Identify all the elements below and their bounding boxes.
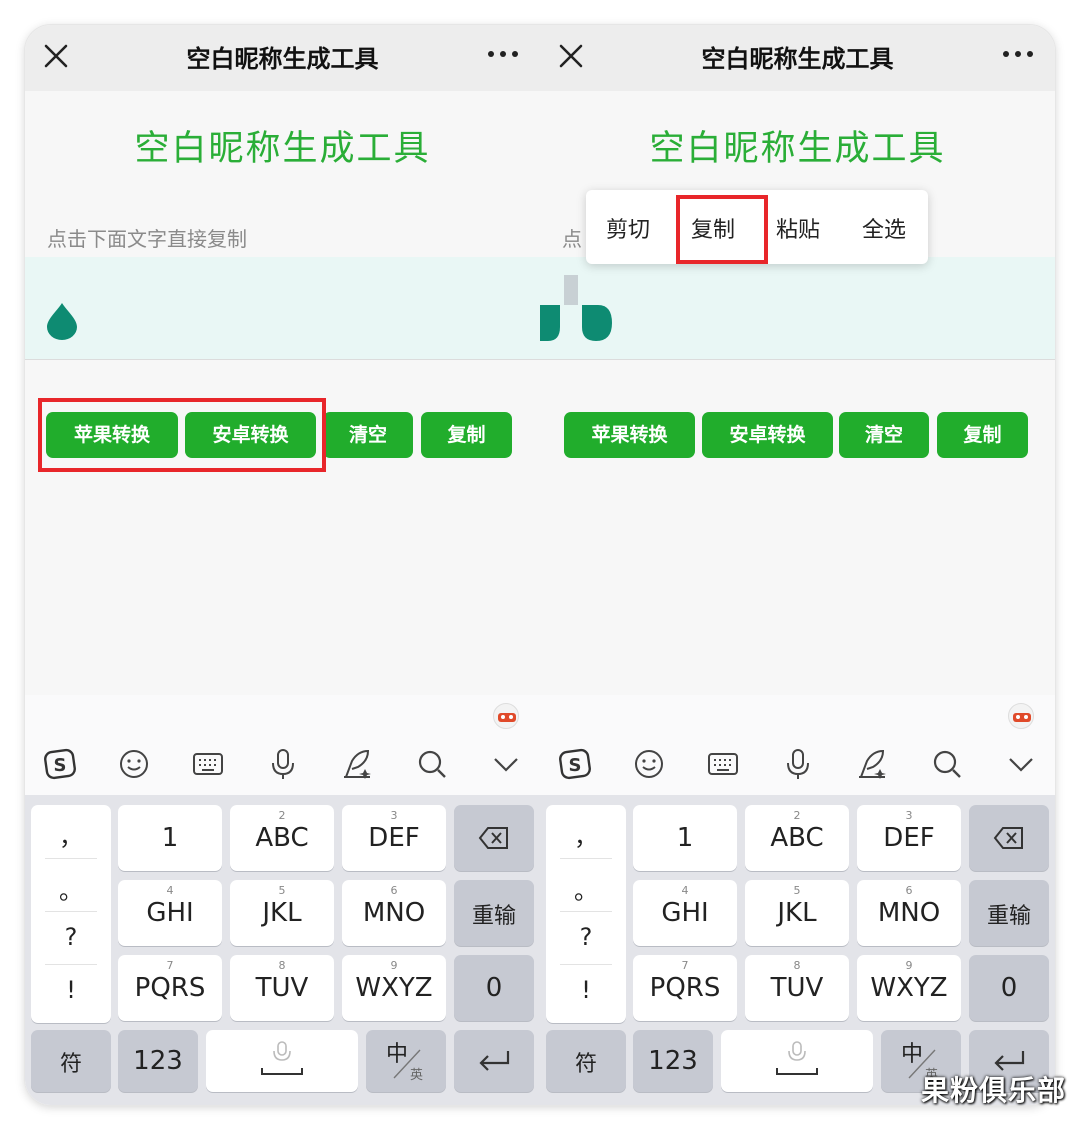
- key-jkl[interactable]: 5 JKL: [745, 880, 849, 946]
- search-icon[interactable]: [930, 747, 964, 781]
- copy-button[interactable]: 复制: [937, 412, 1028, 458]
- key-jkl[interactable]: 5 JKL: [230, 880, 334, 946]
- question-key[interactable]: ?: [546, 923, 626, 951]
- punctuation-column[interactable]: ， 。 ? !: [31, 805, 111, 1023]
- watermark: 果粉俱乐部: [920, 1074, 1066, 1107]
- screenshot-frame: 空白昵称生成工具 空白昵称生成工具 点击下面文字直接复制 苹果转换 安卓转换 清…: [25, 25, 1055, 1105]
- exclamation-key[interactable]: !: [31, 976, 111, 1004]
- zero-key[interactable]: 0: [969, 955, 1049, 1021]
- android-convert-button[interactable]: 安卓转换: [702, 412, 833, 458]
- numbers-key[interactable]: 123: [633, 1030, 713, 1092]
- key-ghi[interactable]: 4 GHI: [118, 880, 222, 946]
- key-pqrs[interactable]: 7 PQRS: [118, 955, 222, 1021]
- comma-key[interactable]: ，: [31, 817, 111, 852]
- space-key[interactable]: [206, 1030, 358, 1092]
- more-icon[interactable]: [999, 39, 1037, 69]
- key-1[interactable]: 1: [633, 805, 737, 871]
- zero-key[interactable]: 0: [454, 955, 534, 1021]
- keypad: ， 。 ? ! 1 2 ABC 3 DEF 4 GHI 5 JKL 6 MNO 重输: [540, 795, 1055, 1105]
- emoji-icon[interactable]: [117, 747, 151, 781]
- sogou-icon[interactable]: S: [558, 747, 592, 781]
- highlight-box: [38, 398, 326, 472]
- key-wxyz[interactable]: 9 WXYZ: [342, 955, 446, 1021]
- drop-icon: [47, 303, 77, 340]
- copy-hint: 点: [562, 227, 582, 251]
- selection-handles-icon: [540, 275, 612, 341]
- punctuation-column[interactable]: ， 。 ? !: [546, 805, 626, 1023]
- clear-button[interactable]: 清空: [323, 412, 413, 458]
- action-buttons: 苹果转换 安卓转换 清空 复制: [540, 412, 1055, 458]
- backspace-key[interactable]: [454, 805, 534, 871]
- key-tuv[interactable]: 8 TUV: [230, 955, 334, 1021]
- paste-menu-item[interactable]: 粘贴: [776, 212, 820, 244]
- window-title: 空白昵称生成工具: [701, 45, 894, 73]
- chevron-down-icon[interactable]: [1004, 747, 1038, 781]
- clear-button[interactable]: 清空: [839, 412, 929, 458]
- keyboard-icon[interactable]: [191, 747, 225, 781]
- keyboard-toolbar: S: [540, 725, 1055, 795]
- period-key[interactable]: 。: [31, 871, 111, 906]
- page-heading: 空白昵称生成工具: [134, 129, 431, 169]
- right-panel: 空白昵称生成工具 空白昵称生成工具 点 剪切 复制 粘贴 全选 苹果转换 安卓转…: [540, 25, 1055, 1105]
- page-heading: 空白昵称生成工具: [649, 129, 946, 169]
- title-bar: 空白昵称生成工具: [25, 25, 540, 91]
- comma-key[interactable]: ，: [546, 817, 626, 852]
- title-bar: 空白昵称生成工具: [540, 25, 1055, 91]
- backspace-key[interactable]: [969, 805, 1049, 871]
- exclamation-key[interactable]: !: [546, 976, 626, 1004]
- microphone-icon[interactable]: [266, 747, 300, 781]
- reinput-key[interactable]: 重输: [969, 880, 1049, 946]
- key-abc[interactable]: 2 ABC: [745, 805, 849, 871]
- search-icon[interactable]: [415, 747, 449, 781]
- enter-icon: [479, 1051, 510, 1071]
- window-title: 空白昵称生成工具: [186, 45, 379, 73]
- microphone-icon[interactable]: [781, 747, 815, 781]
- key-pqrs[interactable]: 7 PQRS: [633, 955, 737, 1021]
- space-key[interactable]: [721, 1030, 873, 1092]
- highlight-box: [676, 195, 768, 264]
- select-all-menu-item[interactable]: 全选: [862, 212, 906, 244]
- backspace-icon: [993, 827, 1023, 849]
- backspace-icon: [478, 827, 508, 849]
- space-mic-icon: [261, 1041, 303, 1075]
- keyboard-toolbar: S: [25, 725, 540, 795]
- key-def[interactable]: 3 DEF: [342, 805, 446, 871]
- reinput-key[interactable]: 重输: [454, 880, 534, 946]
- keyboard-icon[interactable]: [706, 747, 740, 781]
- nickname-text-area[interactable]: [540, 257, 1055, 360]
- key-mno[interactable]: 6 MNO: [342, 880, 446, 946]
- key-mno[interactable]: 6 MNO: [857, 880, 961, 946]
- nickname-text-area[interactable]: [25, 257, 540, 360]
- left-panel: 空白昵称生成工具 空白昵称生成工具 点击下面文字直接复制 苹果转换 安卓转换 清…: [25, 25, 540, 1105]
- copy-hint: 点击下面文字直接复制: [47, 227, 247, 251]
- more-icon[interactable]: [484, 39, 522, 69]
- key-tuv[interactable]: 8 TUV: [745, 955, 849, 1021]
- period-key[interactable]: 。: [546, 871, 626, 906]
- handwriting-icon[interactable]: [855, 747, 889, 781]
- chevron-down-icon[interactable]: [489, 747, 523, 781]
- enter-key[interactable]: [454, 1030, 534, 1092]
- symbols-key[interactable]: 符: [31, 1030, 111, 1092]
- key-abc[interactable]: 2 ABC: [230, 805, 334, 871]
- key-1[interactable]: 1: [118, 805, 222, 871]
- apple-convert-button[interactable]: 苹果转换: [564, 412, 695, 458]
- keypad: ， 。 ? ! 1 2 ABC 3 DEF 4 GHI 5 JKL 6 MNO 重输: [25, 795, 540, 1105]
- emoji-icon[interactable]: [632, 747, 666, 781]
- key-ghi[interactable]: 4 GHI: [633, 880, 737, 946]
- symbols-key[interactable]: 符: [546, 1030, 626, 1092]
- sogou-icon[interactable]: S: [43, 747, 77, 781]
- cut-menu-item[interactable]: 剪切: [606, 212, 650, 244]
- key-def[interactable]: 3 DEF: [857, 805, 961, 871]
- language-toggle-key[interactable]: 中 英: [366, 1030, 446, 1092]
- svg-text:S: S: [54, 755, 67, 776]
- keyboard: S ， 。 ? ! 1 2 ABC 3 DEF 4 GHI 5 JKL 6 MN…: [25, 695, 540, 1105]
- svg-text:S: S: [569, 755, 582, 776]
- space-mic-icon: [776, 1041, 818, 1075]
- question-key[interactable]: ?: [31, 923, 111, 951]
- key-wxyz[interactable]: 9 WXYZ: [857, 955, 961, 1021]
- numbers-key[interactable]: 123: [118, 1030, 198, 1092]
- copy-button[interactable]: 复制: [421, 412, 512, 458]
- handwriting-icon[interactable]: [340, 747, 374, 781]
- keyboard: S ， 。 ? ! 1 2 ABC 3 DEF 4 GHI 5 JKL 6 MN…: [540, 695, 1055, 1105]
